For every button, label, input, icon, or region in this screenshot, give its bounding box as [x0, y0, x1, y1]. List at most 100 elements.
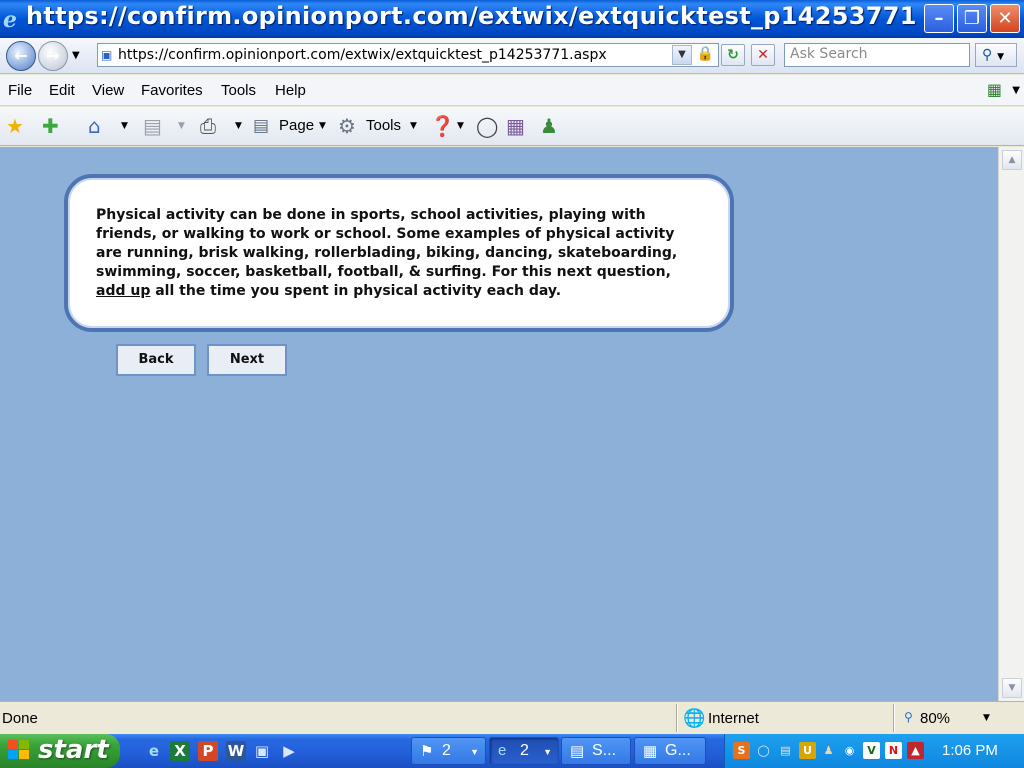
window-titlebar: e https://confirm.opinionport.com/extwix…: [0, 0, 1024, 38]
search-input[interactable]: Ask Search: [784, 43, 970, 67]
internet-zone-icon: 🌐: [683, 708, 706, 729]
command-bar: ★ ✚ ⌂ ▼ ▤ ▼ ⎙ ▼ ▤ Page ▼ ⚙ Tools ▼ ❓ ▼ ◯…: [0, 107, 1024, 146]
print-dropdown-icon[interactable]: ▼: [235, 121, 242, 131]
taskbar-group-dropdown-icon: ▼: [470, 747, 479, 757]
quicklaunch-powerpoint-icon[interactable]: P: [198, 741, 218, 761]
add-favorite-icon[interactable]: ✚: [42, 115, 59, 137]
zoom-icon: ⚲: [904, 710, 913, 724]
taskbar-group-count: 2: [442, 742, 451, 759]
question-text-tail: all the time you spent in physical activ…: [155, 283, 562, 299]
start-button[interactable]: start: [0, 734, 120, 768]
refresh-icon: ↻: [727, 47, 739, 63]
tray-n-icon[interactable]: N: [885, 742, 902, 759]
scroll-down-icon[interactable]: ▼: [1002, 678, 1022, 698]
menu-bar: File Edit View Favorites Tools Help ▦ ▼: [0, 75, 1024, 106]
status-text: Done: [2, 710, 38, 727]
print-icon[interactable]: ⎙: [200, 115, 216, 137]
question-emphasis: add up: [96, 283, 151, 299]
recent-pages-dropdown-icon[interactable]: ▼: [72, 50, 80, 61]
research-icon[interactable]: ◯: [476, 115, 498, 137]
tray-vc-icon[interactable]: V: [863, 742, 880, 759]
menu-tools[interactable]: Tools: [221, 82, 256, 99]
quicklaunch-word-icon[interactable]: W: [226, 741, 246, 761]
tray-lock-icon[interactable]: ▤: [777, 742, 794, 759]
home-icon[interactable]: ⌂: [88, 115, 101, 137]
home-dropdown-icon[interactable]: ▼: [121, 121, 128, 131]
tools-gear-icon[interactable]: ⚙: [338, 115, 356, 137]
messenger-icon[interactable]: ♟: [540, 115, 558, 137]
minimize-button[interactable]: –: [924, 4, 954, 33]
tools-menu-dropdown-icon[interactable]: ▼: [410, 121, 417, 131]
translate-dropdown-icon[interactable]: ▼: [1012, 85, 1020, 96]
scroll-up-icon[interactable]: ▲: [1002, 150, 1022, 170]
minimize-icon: –: [934, 8, 944, 29]
page-menu-icon[interactable]: ▤: [253, 115, 269, 137]
stop-button[interactable]: ✕: [751, 44, 775, 66]
menu-favorites[interactable]: Favorites: [141, 82, 203, 99]
tray-shield-icon[interactable]: U: [799, 742, 816, 759]
taskbar-group-ie[interactable]: e 2 ▼: [489, 737, 559, 765]
taskbar-task-label: G...: [665, 742, 691, 759]
word-doc-icon: ▤: [570, 743, 585, 760]
window-title: https://confirm.opinionport.com/extwix/e…: [26, 2, 916, 30]
blog-icon[interactable]: ▦: [506, 115, 525, 137]
app-icon: ▦: [643, 743, 658, 760]
menu-view[interactable]: View: [92, 82, 124, 99]
taskbar-group-dropdown-icon: ▼: [543, 747, 552, 757]
quicklaunch-ie-icon[interactable]: e: [144, 741, 164, 761]
taskbar-group-count: 2: [520, 742, 529, 759]
taskbar-task-app[interactable]: ▦ G...: [634, 737, 706, 765]
status-separator: [676, 704, 678, 732]
menu-help[interactable]: Help: [275, 82, 306, 99]
help-dropdown-icon[interactable]: ▼: [457, 121, 464, 131]
address-url[interactable]: https://confirm.opinionport.com/extwix/e…: [118, 47, 607, 63]
address-field[interactable]: ▣ https://confirm.opinionport.com/extwix…: [97, 43, 719, 67]
search-button[interactable]: ⚲ ▼: [975, 43, 1017, 67]
stop-icon: ✕: [757, 47, 769, 63]
page-menu-dropdown-icon[interactable]: ▼: [319, 121, 326, 131]
refresh-button[interactable]: ↻: [721, 44, 745, 66]
status-separator: [893, 704, 895, 732]
lock-icon[interactable]: 🔒: [697, 46, 714, 62]
tray-globe-icon[interactable]: ◯: [755, 742, 772, 759]
tray-app-icon[interactable]: S: [733, 742, 750, 759]
forward-nav-button[interactable]: →: [38, 41, 68, 71]
taskbar-task-word-doc[interactable]: ▤ S...: [561, 737, 631, 765]
question-text: Physical activity can be done in sports,…: [96, 206, 696, 301]
zoom-level[interactable]: 80%: [920, 710, 950, 727]
translate-icon[interactable]: ▦: [987, 80, 1002, 99]
menu-file[interactable]: File: [8, 82, 32, 99]
windows-logo-icon: [8, 740, 30, 760]
quicklaunch-media-icon[interactable]: ▶: [279, 741, 299, 761]
close-button[interactable]: ✕: [990, 4, 1020, 33]
page-content: Physical activity can be done in sports,…: [0, 147, 998, 701]
taskbar-task-label: S...: [592, 742, 617, 759]
search-icon: ⚲: [982, 47, 993, 63]
tray-network-icon[interactable]: ◉: [841, 742, 858, 759]
tools-menu-label[interactable]: Tools: [366, 117, 401, 134]
favorites-star-icon[interactable]: ★: [6, 115, 24, 137]
tray-users-icon[interactable]: ♟: [820, 742, 837, 759]
zoom-dropdown-icon[interactable]: ▼: [983, 713, 990, 723]
help-icon[interactable]: ❓: [430, 115, 455, 137]
restore-button[interactable]: ❐: [957, 4, 987, 33]
security-zone[interactable]: Internet: [708, 710, 759, 727]
taskbar: start e X P W ▣ ▶ ⚑ 2 ▼ e 2 ▼ ▤ S... ▦ G…: [0, 734, 1024, 768]
page-icon: ▣: [101, 48, 113, 62]
quicklaunch-excel-icon[interactable]: X: [170, 741, 190, 761]
page-menu-label[interactable]: Page: [279, 117, 314, 134]
quicklaunch-desktop-icon[interactable]: ▣: [252, 741, 272, 761]
tray-security-icon[interactable]: ▲: [907, 742, 924, 759]
menu-edit[interactable]: Edit: [49, 82, 75, 99]
forward-arrow-icon: →: [46, 46, 60, 65]
clock[interactable]: 1:06 PM: [942, 742, 998, 759]
vertical-scrollbar[interactable]: ▲ ▼: [998, 147, 1024, 701]
back-nav-button[interactable]: ←: [6, 41, 36, 71]
next-button[interactable]: Next: [207, 344, 287, 376]
taskbar-group-folders[interactable]: ⚑ 2 ▼: [411, 737, 486, 765]
feeds-dropdown-icon[interactable]: ▼: [178, 121, 185, 131]
back-button[interactable]: Back: [116, 344, 196, 376]
address-dropdown-button[interactable]: ▼: [672, 45, 692, 65]
feeds-icon[interactable]: ▤: [143, 115, 162, 137]
question-text-lead: Physical activity can be done in sports,…: [96, 207, 678, 280]
